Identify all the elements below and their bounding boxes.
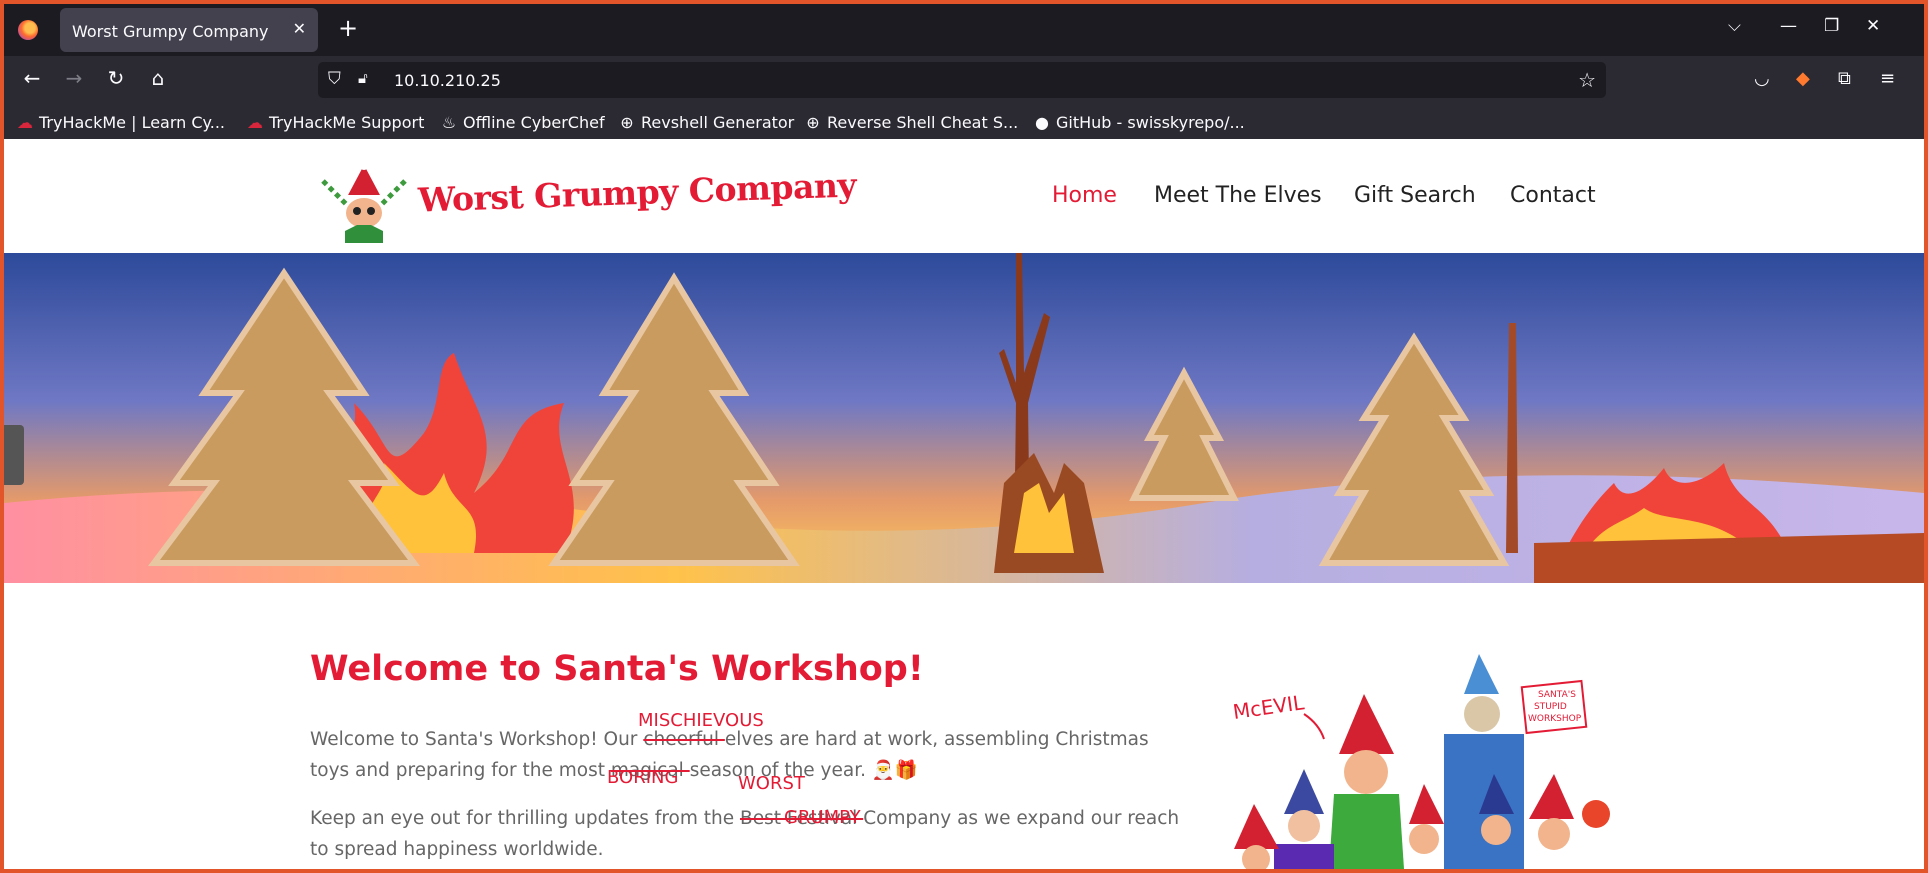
bookmark-github-swisskyrepo[interactable]: ● GitHub - swisskyrepo/... bbox=[1033, 113, 1245, 132]
nav-link-meet-the-elves[interactable]: Meet The Elves bbox=[1154, 183, 1322, 208]
restore-window-icon[interactable]: ❐ bbox=[1824, 16, 1839, 36]
elves-illustration: McEVIL SANTA'S STUPID WORKSHOP bbox=[1231, 654, 1610, 869]
new-tab-plus-icon[interactable]: + bbox=[338, 14, 358, 42]
bookmark-tryhackme-learn[interactable]: ☁ TryHackMe | Learn Cy... bbox=[16, 113, 225, 132]
firefox-logo-icon[interactable] bbox=[18, 20, 38, 40]
sketch-label-workshop: WORKSHOP bbox=[1528, 714, 1582, 724]
address-bar[interactable]: ⛉ 🔓︎ 10.10.210.25 ☆ bbox=[318, 62, 1606, 98]
minimize-window-icon[interactable]: — bbox=[1780, 16, 1797, 36]
nav-link-home[interactable]: Home bbox=[1052, 183, 1117, 208]
close-tab-icon[interactable]: ✕ bbox=[293, 19, 306, 38]
annotation-mischievous: MISCHIEVOUS bbox=[638, 710, 764, 731]
bookmarks-toolbar: ☁ TryHackMe | Learn Cy... ☁ TryHackMe Supp… bbox=[4, 106, 1924, 139]
page-title: Welcome to Santa's Workshop! bbox=[310, 649, 924, 689]
back-arrow-icon[interactable]: ← bbox=[18, 66, 46, 90]
sketch-label-stupid: STUPID bbox=[1534, 702, 1567, 712]
side-panel-handle[interactable] bbox=[4, 425, 24, 485]
site-logo-text[interactable]: Worst Grumpy Company bbox=[417, 165, 856, 219]
home-icon[interactable]: ⌂ bbox=[144, 66, 172, 90]
web-page: Worst Grumpy Company Home Meet The Elves… bbox=[4, 139, 1924, 869]
url-text[interactable]: 10.10.210.25 bbox=[394, 71, 501, 90]
annotation-worst: WORST bbox=[738, 773, 805, 794]
sketch-label-santas: SANTA'S bbox=[1538, 690, 1576, 700]
sketch-label-mcevil: McEVIL bbox=[1231, 690, 1306, 724]
hamburger-menu-icon[interactable]: ≡ bbox=[1880, 68, 1895, 89]
browser-tab-active[interactable]: Worst Grumpy Company ✕ bbox=[60, 8, 318, 52]
tracking-shield-icon[interactable]: ⛉ bbox=[328, 69, 341, 89]
nav-link-gift-search[interactable]: Gift Search bbox=[1354, 183, 1476, 208]
bookmark-revshell-generator[interactable]: ⊕ Revshell Generator bbox=[618, 113, 794, 132]
tab-bar: Worst Grumpy Company ✕ + ⌵ — ❐ ✕ bbox=[4, 4, 1924, 56]
pocket-icon[interactable]: ◡ bbox=[1754, 68, 1770, 89]
github-icon: ● bbox=[1035, 113, 1049, 132]
forward-arrow-icon[interactable]: → bbox=[60, 66, 88, 90]
close-window-icon[interactable]: ✕ bbox=[1866, 16, 1880, 36]
bookmark-reverse-shell-cheat[interactable]: ⊕ Reverse Shell Cheat S... bbox=[804, 113, 1018, 132]
annotation-grumpy: GRUMPY bbox=[784, 807, 861, 828]
site-header: Worst Grumpy Company Home Meet The Elves… bbox=[4, 139, 1924, 253]
chef-icon: ♨ bbox=[441, 113, 457, 132]
tryhackme-icon: ☁ bbox=[17, 113, 33, 132]
globe-icon: ⊕ bbox=[620, 113, 634, 132]
bookmark-offline-cyberchef[interactable]: ♨ Offline CyberChef bbox=[440, 113, 605, 132]
insecure-lock-icon[interactable]: 🔓︎ bbox=[358, 69, 368, 87]
foxyproxy-extension-icon[interactable]: ◆ bbox=[1796, 68, 1810, 89]
burning-forest-banner bbox=[4, 253, 1924, 583]
elf-logo-icon[interactable] bbox=[317, 161, 411, 243]
browser-window: Worst Grumpy Company ✕ + ⌵ — ❐ ✕ ← → ↻ ⌂… bbox=[4, 4, 1924, 869]
update-paragraph: Keep an eye out for thrilling updates fr… bbox=[310, 808, 1180, 860]
tab-title: Worst Grumpy Company bbox=[72, 22, 269, 41]
bookmark-star-icon[interactable]: ☆ bbox=[1578, 68, 1596, 92]
navigation-toolbar: ← → ↻ ⌂ ⛉ 🔓︎ 10.10.210.25 ☆ ◡ ◆ ⧉ ≡ bbox=[4, 56, 1924, 106]
tab-list-chevron-icon[interactable]: ⌵ bbox=[1728, 16, 1741, 36]
globe-icon: ⊕ bbox=[806, 113, 820, 132]
annotation-boring: BORING bbox=[607, 767, 679, 788]
extensions-puzzle-icon[interactable]: ⧉ bbox=[1838, 68, 1851, 89]
tryhackme-icon: ☁ bbox=[247, 113, 263, 132]
reload-icon[interactable]: ↻ bbox=[102, 66, 130, 90]
bookmark-tryhackme-support[interactable]: ☁ TryHackMe Support bbox=[246, 113, 424, 132]
nav-link-contact[interactable]: Contact bbox=[1510, 183, 1596, 208]
